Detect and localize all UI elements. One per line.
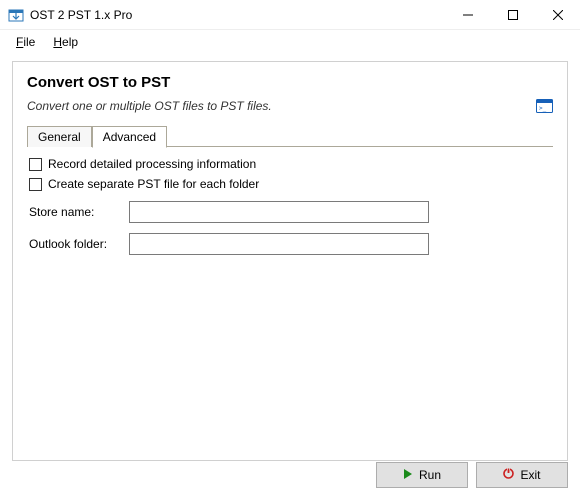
row-store-name: Store name: xyxy=(29,201,551,223)
svg-text:>_: >_ xyxy=(539,105,547,112)
input-store-name[interactable] xyxy=(129,201,429,223)
checkbox-record-detailed[interactable] xyxy=(29,158,42,171)
exit-button[interactable]: Exit xyxy=(476,462,568,488)
footer-buttons: Run Exit xyxy=(376,462,568,488)
checkbox-row-record-detailed[interactable]: Record detailed processing information xyxy=(29,157,551,171)
menubar: File Help xyxy=(0,30,580,53)
close-button[interactable] xyxy=(535,0,580,30)
run-button[interactable]: Run xyxy=(376,462,468,488)
power-icon xyxy=(503,468,514,482)
maximize-button[interactable] xyxy=(490,0,535,30)
main-panel: Convert OST to PST Convert one or multip… xyxy=(12,61,568,461)
play-icon xyxy=(403,468,413,482)
menu-file[interactable]: File xyxy=(8,33,43,51)
app-icon xyxy=(8,7,24,23)
tab-content-advanced: Record detailed processing information C… xyxy=(27,147,553,265)
subhead-row: Convert one or multiple OST files to PST… xyxy=(27,99,553,113)
checkbox-label-record-detailed: Record detailed processing information xyxy=(48,157,256,171)
checkbox-label-create-separate: Create separate PST file for each folder xyxy=(48,177,259,191)
tabs: General Advanced xyxy=(27,125,553,147)
checkbox-row-create-separate[interactable]: Create separate PST file for each folder xyxy=(29,177,551,191)
panel-subhead: Convert one or multiple OST files to PST… xyxy=(27,99,272,113)
row-outlook-folder: Outlook folder: xyxy=(29,233,551,255)
exit-button-label: Exit xyxy=(520,468,540,482)
input-outlook-folder[interactable] xyxy=(129,233,429,255)
run-button-label: Run xyxy=(419,468,441,482)
window-controls xyxy=(445,0,580,30)
console-icon[interactable]: >_ xyxy=(536,99,553,113)
window-title: OST 2 PST 1.x Pro xyxy=(30,8,445,22)
tab-advanced[interactable]: Advanced xyxy=(92,126,167,148)
minimize-button[interactable] xyxy=(445,0,490,30)
titlebar: OST 2 PST 1.x Pro xyxy=(0,0,580,30)
label-outlook-folder: Outlook folder: xyxy=(29,237,129,251)
checkbox-create-separate[interactable] xyxy=(29,178,42,191)
panel-heading: Convert OST to PST xyxy=(27,74,553,91)
menu-help[interactable]: Help xyxy=(45,33,86,51)
tab-general[interactable]: General xyxy=(27,126,92,147)
label-store-name: Store name: xyxy=(29,205,129,219)
